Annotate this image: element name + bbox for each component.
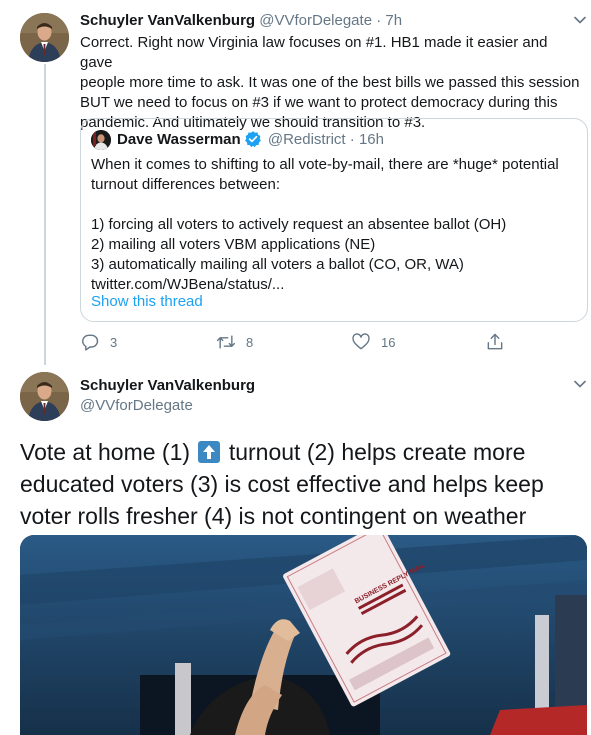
quoted-author-avatar[interactable] [91, 130, 111, 150]
quoted-tweet-header: Dave Wasserman @Redistrict · 16h [117, 130, 384, 150]
quoted-author-handle[interactable]: @Redistrict [268, 131, 346, 148]
author-handle[interactable]: @VVforDelegate [259, 12, 372, 29]
up-arrow-icon [198, 441, 221, 463]
heart-icon [352, 333, 370, 350]
avatar-photo [91, 130, 111, 150]
chevron-down-icon[interactable] [573, 377, 587, 391]
tweet-header: Schuyler VanValkenburg @VVforDelegate · … [80, 11, 402, 31]
quoted-author-name[interactable]: Dave Wasserman [117, 131, 241, 148]
author-name[interactable]: Schuyler VanValkenburg [80, 12, 255, 29]
header-separator: · [376, 12, 382, 29]
author-handle[interactable]: @VVforDelegate [80, 396, 193, 416]
tweet-text: Vote at home (1) turnout (2) helps creat… [20, 436, 580, 532]
retweet-button[interactable]: 8 [216, 330, 253, 354]
photo-voter-ballot-image: BUSINESS REPLY MAIL [20, 535, 587, 735]
tweet-photo[interactable]: BUSINESS REPLY MAIL [20, 535, 587, 735]
author-name[interactable]: Schuyler VanValkenburg [80, 376, 255, 396]
quoted-tweet[interactable]: Dave Wasserman @Redistrict · 16h When it… [80, 118, 588, 322]
share-icon [487, 333, 503, 350]
like-button[interactable]: 16 [351, 330, 395, 354]
share-button[interactable] [485, 330, 505, 354]
retweet-count: 8 [246, 334, 254, 350]
tweet-reply[interactable]: Schuyler VanValkenburg @VVforDelegate · … [0, 0, 591, 365]
avatar-photo [20, 372, 69, 421]
tweet-action-bar: 3 8 16 [80, 330, 510, 354]
show-thread-link[interactable]: Show this thread [91, 292, 203, 312]
avatar-photo [20, 13, 69, 62]
reply-count: 3 [110, 334, 118, 350]
retweet-icon [216, 335, 236, 349]
quoted-tweet-text: When it comes to shifting to all vote-by… [91, 156, 559, 293]
verified-badge-icon [244, 131, 261, 148]
quoted-header-separator: · [349, 131, 355, 148]
author-avatar[interactable] [20, 13, 69, 62]
chevron-down-icon[interactable] [573, 13, 587, 27]
reply-icon [82, 334, 99, 351]
reply-button[interactable]: 3 [80, 330, 117, 354]
thread-connector-line [44, 64, 46, 365]
author-avatar[interactable] [20, 372, 69, 421]
quoted-tweet-timestamp[interactable]: 16h [359, 131, 384, 148]
tweet-text-part: Vote at home (1) [20, 439, 197, 465]
like-count: 16 [381, 334, 396, 350]
tweet-timestamp[interactable]: 7h [385, 12, 402, 29]
